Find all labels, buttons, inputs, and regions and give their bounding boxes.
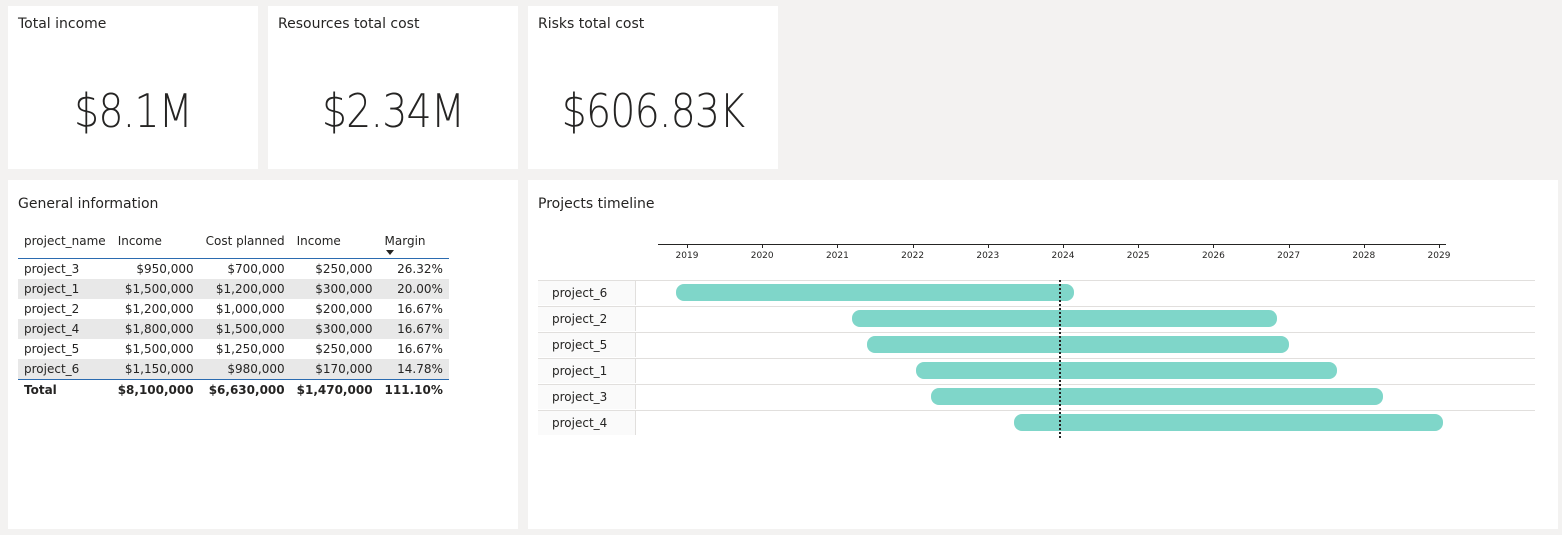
cell-income: $1,500,000: [124, 282, 194, 296]
table-row[interactable]: project_4 $1,800,000 $1,500,000 $300,000…: [18, 319, 449, 339]
cell-project-name: project_1: [24, 282, 80, 296]
cell-margin: 16.67%: [397, 302, 443, 316]
kpi-card-total-income[interactable]: Total income $8.1M: [8, 6, 258, 169]
cell-income: $1,500,000: [124, 342, 194, 356]
table-row[interactable]: project_3 $950,000 $700,000 $250,000 26.…: [18, 259, 449, 280]
cell-project-name: project_3: [24, 262, 80, 276]
cell-margin: 20.00%: [397, 282, 443, 296]
general-information-table[interactable]: project_name Income Cost planned Income …: [18, 230, 449, 400]
cell-project-name: project_4: [24, 322, 80, 336]
cell-cost-planned: $1,500,000: [215, 322, 285, 336]
cell-margin: 14.78%: [397, 362, 443, 376]
column-header-margin-label: Margin: [384, 234, 426, 248]
cell-income: $1,150,000: [124, 362, 194, 376]
cell-income: $1,200,000: [124, 302, 194, 316]
cell-margin: 16.67%: [397, 322, 443, 336]
total-income: $8,100,000: [117, 383, 194, 397]
total-margin: 111.10%: [384, 383, 443, 397]
general-information-card[interactable]: General information project_name Income …: [8, 180, 518, 529]
total-label: Total: [24, 383, 57, 397]
cell-margin: 26.32%: [397, 262, 443, 276]
column-header-income-2[interactable]: Income: [291, 230, 379, 259]
kpi-card-risks-total-cost[interactable]: Risks total cost $606.83K: [528, 6, 778, 169]
column-header-margin[interactable]: Margin: [379, 230, 449, 259]
cell-income-2: $250,000: [315, 262, 373, 276]
cell-cost-planned: $1,250,000: [215, 342, 285, 356]
table-total-row: Total $8,100,000 $6,630,000 $1,470,000 1…: [18, 379, 449, 401]
column-header-cost-planned[interactable]: Cost planned: [200, 230, 291, 259]
cell-income-2: $300,000: [315, 322, 373, 336]
column-header-project-name[interactable]: project_name: [18, 230, 112, 259]
cell-income-2: $300,000: [315, 282, 373, 296]
cell-cost-planned: $980,000: [227, 362, 285, 376]
cell-cost-planned: $1,000,000: [215, 302, 285, 316]
kpi-value: $2.34M: [321, 84, 465, 138]
column-header-income[interactable]: Income: [112, 230, 200, 259]
table-row[interactable]: project_5 $1,500,000 $1,250,000 $250,000…: [18, 339, 449, 359]
kpi-value: $606.83K: [561, 84, 746, 138]
projects-timeline-card[interactable]: Projects timeline: [528, 180, 1558, 529]
total-cost-planned: $6,630,000: [208, 383, 285, 397]
kpi-value: $8.1M: [74, 84, 193, 138]
cell-income: $950,000: [136, 262, 194, 276]
table-title: General information: [18, 196, 159, 212]
cell-project-name: project_2: [24, 302, 80, 316]
timeline-title: Projects timeline: [538, 196, 655, 212]
table-header-row: project_name Income Cost planned Income …: [18, 230, 449, 259]
cell-income-2: $200,000: [315, 302, 373, 316]
kpi-title: Risks total cost: [538, 16, 645, 32]
kpi-title: Total income: [18, 16, 107, 32]
kpi-title: Resources total cost: [278, 16, 420, 32]
table-row[interactable]: project_6 $1,150,000 $980,000 $170,000 1…: [18, 359, 449, 380]
cell-project-name: project_5: [24, 342, 80, 356]
table-row[interactable]: project_1 $1,500,000 $1,200,000 $300,000…: [18, 279, 449, 299]
table-row[interactable]: project_2 $1,200,000 $1,000,000 $200,000…: [18, 299, 449, 319]
cell-cost-planned: $1,200,000: [215, 282, 285, 296]
cell-income: $1,800,000: [124, 322, 194, 336]
cell-margin: 16.67%: [397, 342, 443, 356]
sort-descending-icon: [385, 250, 394, 255]
cell-income-2: $170,000: [315, 362, 373, 376]
total-income-2: $1,470,000: [296, 383, 373, 397]
cell-project-name: project_6: [24, 362, 80, 376]
kpi-card-resources-total-cost[interactable]: Resources total cost $2.34M: [268, 6, 518, 169]
cell-cost-planned: $700,000: [227, 262, 285, 276]
cell-income-2: $250,000: [315, 342, 373, 356]
